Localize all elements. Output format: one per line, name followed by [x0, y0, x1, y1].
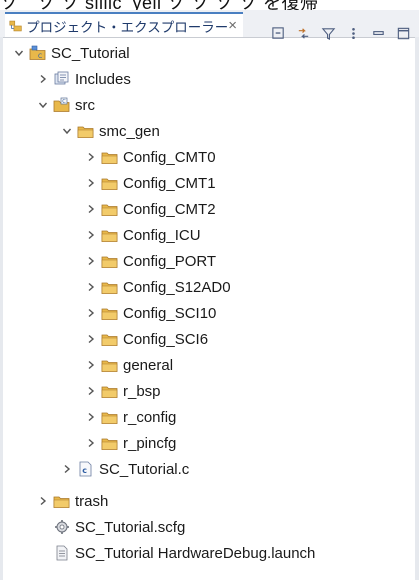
chevron-right-icon[interactable] [84, 410, 98, 424]
tree-item-label: Includes [75, 70, 131, 88]
tree-item-label: SC_Tutorial [51, 44, 130, 62]
maximize-icon[interactable] [395, 25, 411, 41]
tab-project-explorer[interactable]: プロジェクト・エクスプローラー × [5, 12, 243, 37]
tree-item-label: SC_Tutorial.c [99, 460, 190, 478]
chevron-right-icon[interactable] [84, 280, 98, 294]
chevron-right-icon[interactable] [84, 202, 98, 216]
view-menu-icon[interactable] [345, 25, 361, 41]
tab-title: プロジェクト・エクスプローラー [26, 19, 229, 35]
c-file-icon: c [77, 461, 95, 477]
folder-icon [101, 201, 119, 217]
tree-item-label: Config_CMT2 [123, 200, 216, 218]
folder-icon [101, 227, 119, 243]
tree-item-trash[interactable]: trash [36, 488, 108, 514]
tree-item-launch-file[interactable]: SC_Tutorial HardwareDebug.launch [53, 540, 315, 566]
folder-icon [77, 123, 95, 139]
includes-icon [53, 71, 71, 87]
tree-item-label: r_pincfg [123, 434, 177, 452]
folder-icon [101, 253, 119, 269]
chevron-right-icon[interactable] [84, 228, 98, 242]
folder-icon [101, 409, 119, 425]
chevron-right-icon[interactable] [60, 462, 74, 476]
chevron-down-icon[interactable] [12, 46, 26, 60]
tree-item-general[interactable]: general [84, 352, 173, 378]
panel-right-edge [415, 37, 419, 580]
folder-icon [101, 331, 119, 347]
tree-item-sc-tutorial-c[interactable]: c SC_Tutorial.c [60, 456, 189, 482]
tree-item-label: trash [75, 492, 109, 510]
tree-item-config-sci6[interactable]: Config_SCI6 [84, 326, 208, 352]
tree-item-config-port[interactable]: Config_PORT [84, 248, 216, 274]
launch-file-icon [53, 545, 71, 561]
source-folder-icon: C [53, 97, 71, 113]
tree-item-r-bsp[interactable]: r_bsp [84, 378, 161, 404]
folder-icon [101, 357, 119, 373]
tree-item-label: r_bsp [123, 382, 161, 400]
tree-item-label: Config_SCI6 [123, 330, 209, 348]
tree-item-label: general [123, 356, 174, 374]
svg-text:C: C [38, 53, 42, 60]
minimize-icon[interactable] [370, 25, 386, 41]
tree-item-config-cmt1[interactable]: Config_CMT1 [84, 170, 216, 196]
tree-item-sc-tutorial-scfg[interactable]: SC_Tutorial.scfg [53, 514, 185, 540]
tree-item-config-s12ad0[interactable]: Config_S12AD0 [84, 274, 231, 300]
svg-text:c: c [82, 466, 87, 475]
tree-item-r-config[interactable]: r_config [84, 404, 176, 430]
folder-icon [53, 493, 71, 509]
tree-item-label: SC_Tutorial.scfg [75, 518, 186, 536]
tree-item-sc-tutorial-project[interactable]: C SC_Tutorial [12, 40, 130, 66]
chevron-right-icon[interactable] [84, 306, 98, 320]
top-caption-strip: ソ＿ソ ソ sillic_yeii ソ ソ ソ ソ を復帰 [0, 0, 419, 10]
link-with-editor-icon[interactable] [295, 25, 311, 41]
chevron-right-icon[interactable] [84, 150, 98, 164]
folder-icon [101, 435, 119, 451]
tree-item-label: Config_CMT1 [123, 174, 216, 192]
tree-item-config-sci10[interactable]: Config_SCI10 [84, 300, 216, 326]
chevron-right-icon[interactable] [84, 332, 98, 346]
tree-item-config-icu[interactable]: Config_ICU [84, 222, 201, 248]
gear-file-icon [53, 519, 71, 535]
chevron-down-icon[interactable] [60, 124, 74, 138]
top-caption-text: ソ＿ソ ソ sillic_yeii ソ ソ ソ ソ を復帰 [0, 0, 319, 10]
folder-icon [101, 279, 119, 295]
tree-item-includes[interactable]: Includes [36, 66, 131, 92]
view-tab-bar: プロジェクト・エクスプローラー × [0, 10, 419, 40]
svg-text:C: C [62, 99, 66, 105]
tree-item-label: Config_SCI10 [123, 304, 217, 322]
close-icon[interactable]: × [228, 17, 237, 34]
chevron-right-icon[interactable] [84, 358, 98, 372]
tree-item-label: r_config [123, 408, 177, 426]
tree-item-config-cmt0[interactable]: Config_CMT0 [84, 144, 216, 170]
tree-item-label: SC_Tutorial HardwareDebug.launch [75, 544, 316, 562]
tree-item-config-cmt2[interactable]: Config_CMT2 [84, 196, 216, 222]
collapse-all-icon[interactable] [270, 25, 286, 41]
tree-item-label: Config_ICU [123, 226, 201, 244]
chevron-right-icon[interactable] [84, 384, 98, 398]
tree-item-label: Config_CMT0 [123, 148, 216, 166]
view-toolbar [270, 20, 411, 46]
folder-icon [101, 383, 119, 399]
chevron-right-icon[interactable] [36, 72, 50, 86]
chevron-right-icon[interactable] [84, 254, 98, 268]
folder-icon [101, 175, 119, 191]
panel-left-edge [0, 37, 3, 580]
tree-item-smc-gen[interactable]: smc_gen [60, 118, 160, 144]
tree-item-label: Config_S12AD0 [123, 278, 231, 296]
tree-item-label: smc_gen [99, 122, 160, 140]
filter-icon[interactable] [320, 25, 336, 41]
project-explorer-icon [9, 20, 22, 31]
project-icon: C [29, 45, 47, 61]
folder-icon [101, 305, 119, 321]
chevron-right-icon[interactable] [84, 436, 98, 450]
tree-item-label: src [75, 96, 95, 114]
tree-item-label: Config_PORT [123, 252, 217, 270]
chevron-right-icon[interactable] [84, 176, 98, 190]
tree-item-r-pincfg[interactable]: r_pincfg [84, 430, 176, 456]
chevron-right-icon[interactable] [36, 494, 50, 508]
tree-item-src[interactable]: C src [36, 92, 95, 118]
chevron-down-icon[interactable] [36, 98, 50, 112]
folder-icon [101, 149, 119, 165]
